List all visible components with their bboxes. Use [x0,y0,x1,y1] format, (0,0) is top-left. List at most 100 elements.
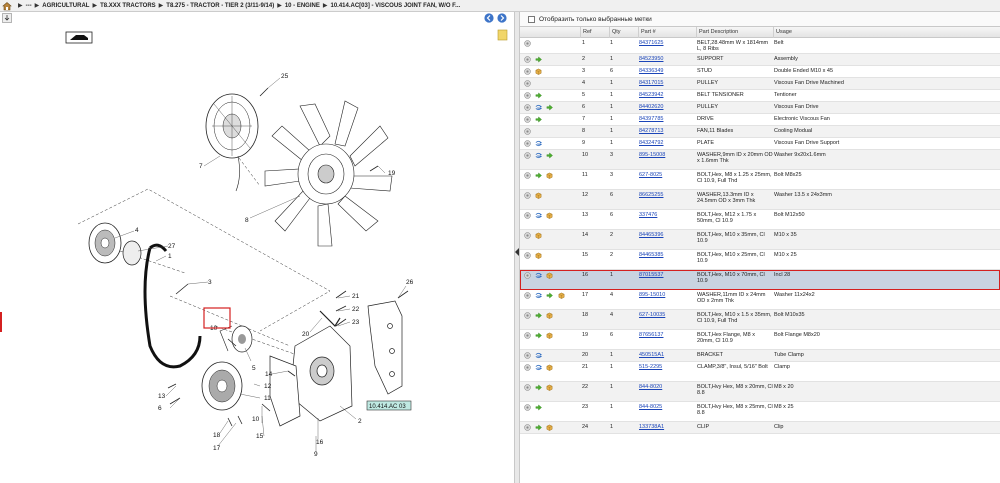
package-icon[interactable] [546,272,553,279]
column-header-part[interactable]: Part # [638,27,696,38]
info-icon[interactable] [524,404,531,411]
part-number-link[interactable]: 337476 [639,212,694,218]
info-icon[interactable] [524,212,531,219]
part-number-link[interactable]: 895-15010 [639,292,694,298]
package-icon[interactable] [535,192,542,199]
info-icon[interactable] [524,116,531,123]
table-row[interactable]: 12 6 86625255 WASHER,13.3mm ID x 24.5mm OD … [520,190,1000,210]
package-icon[interactable] [546,424,553,431]
table-row[interactable]: 11 3 627-8025 BOLT,Hex, M8 x 1.25 x 25mm, C… [520,170,1000,190]
table-row[interactable]: 14 2 84465396 BOLT,Hex, M10 x 35mm, Cl 10.9… [520,230,1000,250]
part-number-link[interactable]: 87656137 [639,332,694,338]
column-header-ref[interactable]: Ref [580,27,609,38]
package-icon[interactable] [546,172,553,179]
green-arrow-icon[interactable] [535,424,542,431]
swap-icon[interactable] [535,292,543,299]
column-header-description[interactable]: Part Description [696,27,773,38]
table-row[interactable]: 5 1 84523942 BELT TENSIONER Tentioner [520,90,1000,102]
table-row[interactable]: 23 1 844-8025 BOLT,Hvy Hex, M8 x 25mm, Cl 8… [520,402,1000,422]
table-row[interactable]: 9 1 84324792 PLATE Viscous Fan Drive Support [520,138,1000,150]
green-arrow-icon[interactable] [535,56,542,63]
info-icon[interactable] [524,56,531,63]
green-arrow-icon[interactable] [535,116,542,123]
green-arrow-icon[interactable] [546,152,553,159]
breadcrumb-item-model[interactable]: T8.275 - TRACTOR - TIER 2 (3/11-9/14) [166,3,274,9]
info-icon[interactable] [524,80,531,87]
info-icon[interactable] [524,252,531,259]
home-icon[interactable] [2,1,12,11]
table-row[interactable]: 22 1 844-8020 BOLT,Hvy Hex, M8 x 20mm, Cl 8… [520,382,1000,402]
package-icon[interactable] [535,68,542,75]
green-arrow-icon[interactable] [546,292,553,299]
part-number-link[interactable]: 87015537 [639,272,694,278]
info-icon[interactable] [524,232,531,239]
breadcrumb-item-root[interactable]: --- [26,3,32,9]
info-icon[interactable] [524,68,531,75]
green-arrow-icon[interactable] [535,172,542,179]
package-icon[interactable] [546,384,553,391]
info-icon[interactable] [524,384,531,391]
package-icon[interactable] [535,232,542,239]
part-number-link[interactable]: 84465385 [639,252,694,258]
breadcrumb-item-tractors[interactable]: T8.XXX TRACTORS [100,3,156,9]
package-icon[interactable] [546,212,553,219]
table-row[interactable]: 7 1 84397785 DRIVE Electronic Viscous Fan [520,114,1000,126]
part-number-link[interactable]: 84465396 [639,232,694,238]
part-number-link[interactable]: 84397785 [639,116,694,122]
part-number-link[interactable]: 84317015 [639,80,694,86]
info-icon[interactable] [524,364,531,371]
part-number-link[interactable]: 844-8020 [639,384,694,390]
part-number-link[interactable]: 844-8025 [639,404,694,410]
package-icon[interactable] [558,292,565,299]
note-icon[interactable] [497,29,508,41]
table-row[interactable]: 17 4 895-15010 WASHER,11mm ID x 24mm OD x 2… [520,290,1000,310]
table-row[interactable]: 18 4 627-10035 BOLT,Hex, M10 x 1.5 x 35mm, … [520,310,1000,330]
part-number-link[interactable]: 84278713 [639,128,694,134]
swap-icon[interactable] [535,140,543,147]
table-row[interactable]: 2 1 84523950 SUPPORT Assembly [520,54,1000,66]
swap-icon[interactable] [535,364,543,371]
info-icon[interactable] [524,292,531,299]
swap-icon[interactable] [535,352,543,359]
part-number-link[interactable]: 86625255 [639,192,694,198]
swap-icon[interactable] [535,104,543,111]
forward-arrow-icon[interactable] [497,13,507,23]
swap-icon[interactable] [535,272,543,279]
green-arrow-icon[interactable] [546,104,553,111]
part-number-link[interactable]: 84523950 [639,56,694,62]
table-row[interactable]: 15 2 84465385 BOLT,Hex, M10 x 25mm, Cl 10.9… [520,250,1000,270]
green-arrow-icon[interactable] [535,332,542,339]
table-row[interactable]: 3 6 84336349 STUD Double Ended M10 x 45 [520,66,1000,78]
part-number-link[interactable]: 84402620 [639,104,694,110]
show-selected-only-checkbox[interactable] [528,15,535,23]
section-tag[interactable]: 10.414.AC 03 [366,400,412,411]
table-row[interactable]: 1 1 84371625 BELT,28.48mm W x 1814mm L, 8 R… [520,38,1000,54]
breadcrumb-item-agricultural[interactable]: AGRICULTURAL [42,3,89,9]
column-header-usage[interactable]: Usage [773,27,1000,38]
swap-icon[interactable] [535,212,543,219]
part-number-link[interactable]: 84336349 [639,68,694,74]
back-arrow-icon[interactable] [484,13,494,23]
table-row[interactable]: 24 1 133738A1 CLIP Clip [520,422,1000,434]
table-row[interactable]: 8 1 84278713 FAN,11 Blades Cooling Modual [520,126,1000,138]
part-number-link[interactable]: 84523942 [639,92,694,98]
green-arrow-icon[interactable] [535,404,542,411]
info-icon[interactable] [524,140,531,147]
part-number-link[interactable]: 627-8025 [639,172,694,178]
download-icon[interactable] [2,13,12,23]
info-icon[interactable] [524,272,531,279]
swap-icon[interactable] [535,152,543,159]
table-row[interactable]: 13 6 337476 BOLT,Hex, M12 x 1.75 x 50mm, Cl… [520,210,1000,230]
info-icon[interactable] [524,128,531,135]
package-icon[interactable] [546,332,553,339]
part-number-link[interactable]: 84371625 [639,40,694,46]
green-arrow-icon[interactable] [535,92,542,99]
part-number-link[interactable]: 84324792 [639,140,694,146]
table-row[interactable]: 19 6 87656137 BOLT,Hex Flange, M8 x 20mm, C… [520,330,1000,350]
table-row-selected[interactable]: 16 1 87015537 BOLT,Hex, M10 x 70mm, Cl 10.9… [520,270,1000,290]
info-icon[interactable] [524,312,531,319]
part-number-link[interactable]: 450515A1 [639,352,694,358]
part-number-link[interactable]: 895-15008 [639,152,694,158]
table-row[interactable]: 6 1 84402620 PULLEY Viscous Fan Drive [520,102,1000,114]
table-row[interactable]: 21 1 515-2295 CLAMP,3/8", Insul, 5/16" Bolt… [520,362,1000,382]
